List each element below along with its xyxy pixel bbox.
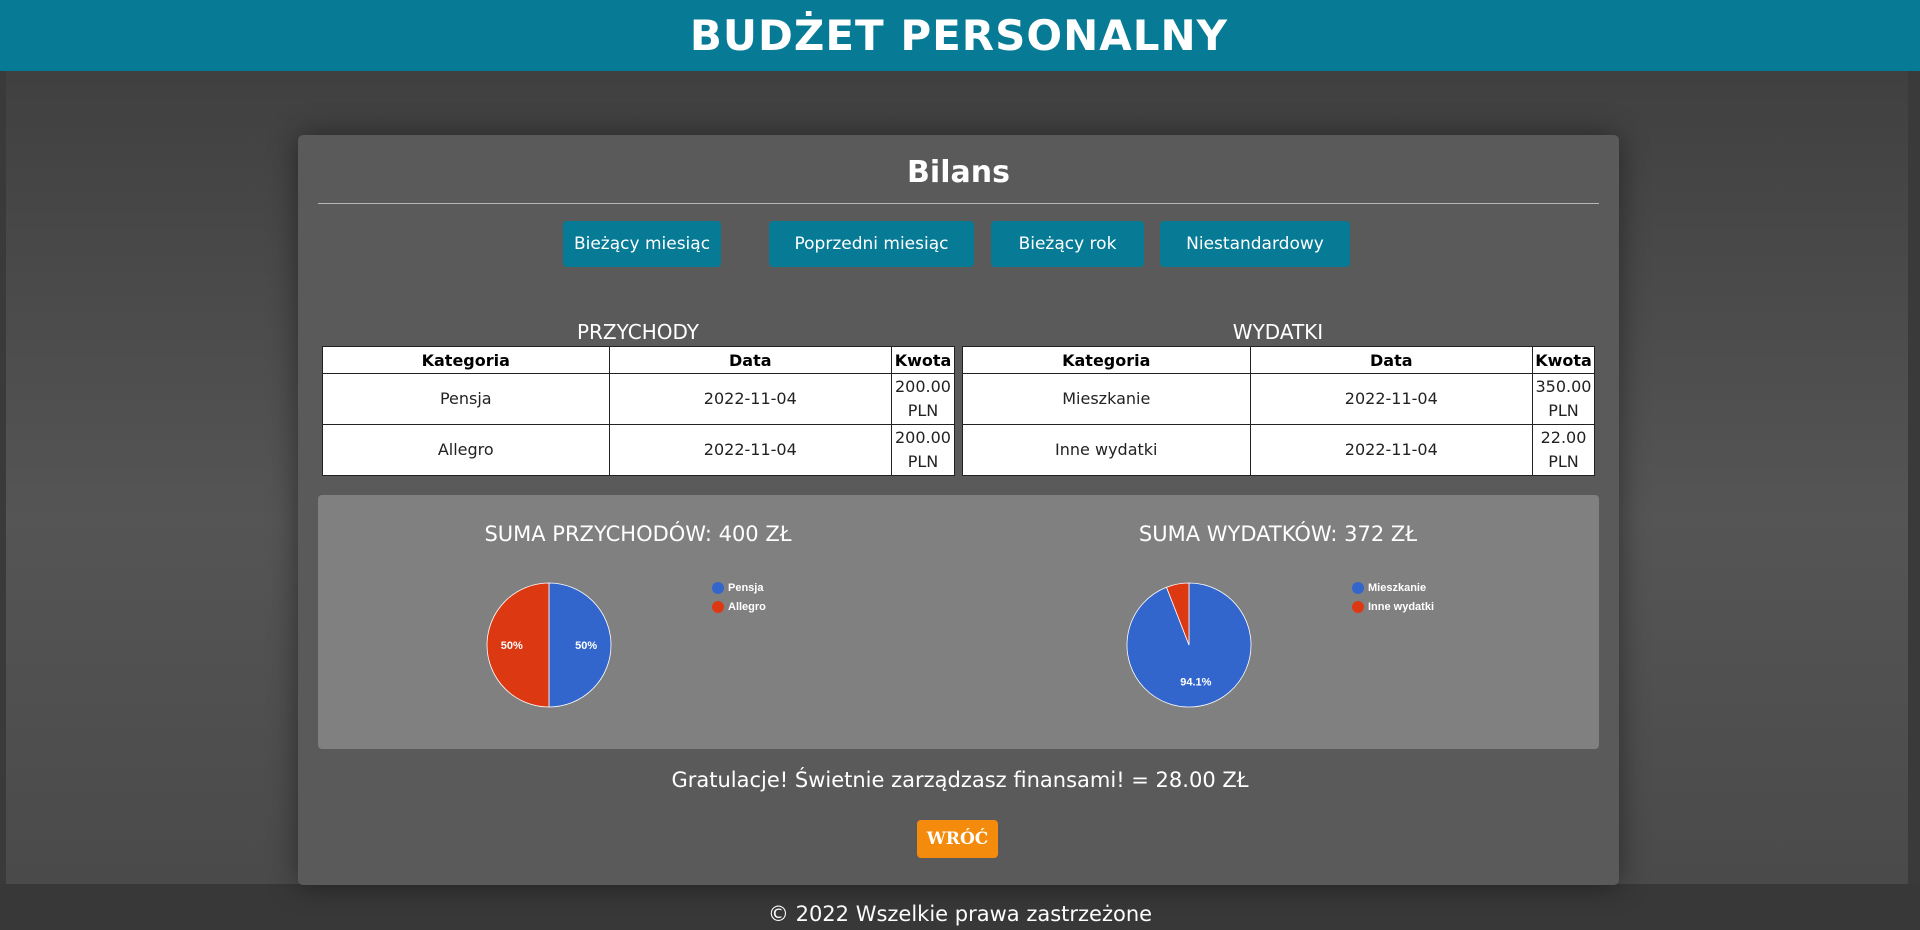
pie-slice-label: 50%	[575, 640, 597, 652]
column-header: Data	[608, 346, 893, 374]
legend-label: Pensja	[728, 582, 764, 594]
title-divider	[318, 203, 1599, 204]
legend-dot-icon	[712, 601, 724, 613]
previous-month-button[interactable]: Poprzedni miesiąc	[769, 221, 974, 267]
table-row: Mieszkanie 2022-11-04 350.00 PLN	[962, 373, 1595, 425]
table-row: Inne wydatki 2022-11-04 22.00 PLN	[962, 424, 1595, 476]
expense-sum-label: SUMA WYDATKÓW: 372 ZŁ	[1138, 522, 1418, 546]
category-cell: Allegro	[322, 424, 610, 476]
column-header: Kategoria	[322, 346, 610, 374]
currency: PLN	[907, 452, 939, 471]
column-header: Kategoria	[962, 346, 1251, 374]
legend-dot-icon	[1352, 601, 1364, 613]
footer-copyright: © 2022 Wszelkie prawa zastrzeżone	[767, 902, 1153, 926]
date-cell: 2022-11-04	[608, 424, 893, 476]
category-cell: Pensja	[322, 373, 610, 425]
amount-value: 200.00	[895, 428, 951, 447]
legend-dot-icon	[712, 582, 724, 594]
expense-pie-chart: 94.1%	[1126, 582, 1252, 708]
legend-item-inne-wydatki: Inne wydatki	[1352, 601, 1434, 613]
column-header: Kwota	[1532, 346, 1595, 374]
back-button[interactable]: WRÓĆ	[917, 820, 998, 858]
legend-label: Allegro	[728, 601, 766, 613]
income-table: Kategoria Data Kwota Pensja 2022-11-04 2…	[322, 346, 955, 476]
current-year-button[interactable]: Bieżący rok	[991, 221, 1144, 267]
category-cell: Inne wydatki	[962, 424, 1251, 476]
income-pie-chart: 50% 50%	[486, 582, 612, 708]
currency: PLN	[1548, 452, 1579, 471]
pie-slice-label: 50%	[501, 640, 523, 652]
table-header-row: Kategoria Data Kwota	[962, 346, 1595, 374]
income-title: PRZYCHODY	[576, 320, 700, 344]
pie-slice-label: 94.1%	[1180, 677, 1211, 689]
income-sum-label: SUMA PRZYCHODÓW: 400 ZŁ	[484, 522, 792, 546]
date-cell: 2022-11-04	[608, 373, 893, 425]
amount-cell: 22.00 PLN	[1532, 424, 1595, 476]
app-title: BUDŻET PERSONALNY	[689, 11, 1229, 60]
card-title: Bilans	[907, 155, 1010, 190]
amount-value: 22.00	[1540, 428, 1587, 447]
amount-value: 200.00	[895, 377, 951, 396]
legend-label: Mieszkanie	[1368, 582, 1427, 594]
legend-dot-icon	[1352, 582, 1364, 594]
date-cell: 2022-11-04	[1249, 424, 1534, 476]
legend-item-mieszkanie: Mieszkanie	[1352, 582, 1426, 594]
legend-item-pensja: Pensja	[712, 582, 763, 594]
date-cell: 2022-11-04	[1249, 373, 1534, 425]
expenses-title: WYDATKI	[1232, 320, 1324, 344]
currency: PLN	[907, 401, 939, 420]
legend-label: Inne wydatki	[1368, 601, 1435, 613]
currency: PLN	[1548, 401, 1579, 420]
table-row: Allegro 2022-11-04 200.00 PLN	[322, 424, 955, 476]
amount-cell: 200.00 PLN	[891, 424, 955, 476]
amount-value: 350.00	[1535, 377, 1592, 396]
table-header-row: Kategoria Data Kwota	[322, 346, 955, 374]
page-header: BUDŻET PERSONALNY	[0, 0, 1920, 71]
category-cell: Mieszkanie	[962, 373, 1251, 425]
amount-cell: 200.00 PLN	[891, 373, 955, 425]
table-row: Pensja 2022-11-04 200.00 PLN	[322, 373, 955, 425]
expenses-table: Kategoria Data Kwota Mieszkanie 2022-11-…	[962, 346, 1595, 476]
column-header: Data	[1249, 346, 1534, 374]
balance-message: Gratulacje! Świetnie zarządzasz finansam…	[671, 768, 1249, 792]
legend-item-allegro: Allegro	[712, 601, 766, 613]
amount-cell: 350.00 PLN	[1532, 373, 1595, 425]
custom-period-button[interactable]: Niestandardowy	[1160, 221, 1350, 267]
column-header: Kwota	[891, 346, 955, 374]
current-month-button[interactable]: Bieżący miesiąc	[563, 221, 721, 267]
